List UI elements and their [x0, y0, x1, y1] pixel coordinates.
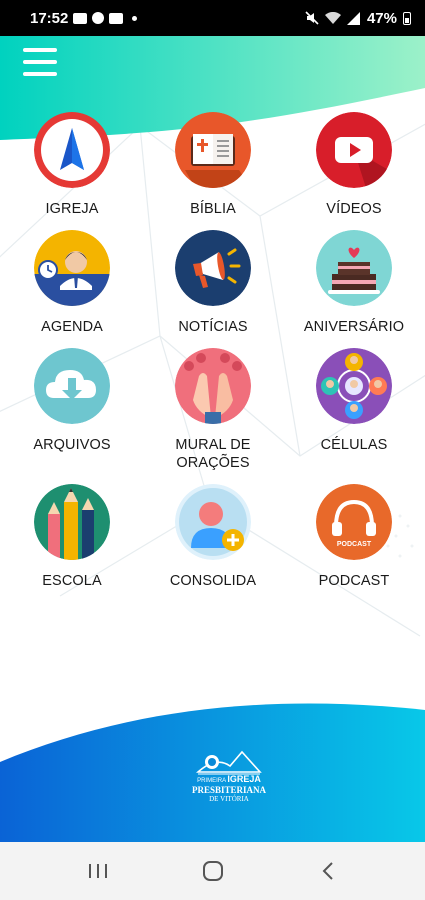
- logo-line-1: PRIMEIRA IGREJA: [197, 774, 261, 785]
- menu-item-label: IGREJA: [45, 201, 99, 217]
- gallery-icon: [109, 12, 124, 24]
- recent-apps-icon[interactable]: [78, 851, 118, 891]
- menu-item-mural-de-oracoes[interactable]: MURAL DE ORAÇÕES: [153, 348, 273, 472]
- menu-item-label: CONSOLIDA: [169, 573, 257, 589]
- clock: 17:52: [30, 9, 69, 27]
- hamburger-menu-icon[interactable]: [23, 48, 57, 76]
- youtube-play-icon: [316, 112, 392, 188]
- headphones-podcast-icon: PODCAST: [316, 484, 392, 560]
- battery-percent: 47%: [366, 9, 397, 27]
- people-network-icon: [316, 348, 392, 424]
- menu-item-consolida[interactable]: CONSOLIDA: [153, 484, 273, 590]
- menu-item-label: ANIVERSÁRIO: [303, 319, 405, 335]
- system-nav-bar: [0, 842, 425, 900]
- church-logo: PRIMEIRA IGREJA PRESBITERIANA DE VITÓRIA: [184, 746, 274, 816]
- podcast-badge-text: PODCAST: [337, 541, 372, 548]
- app-screen: IGREJA BÍBLIA VÍDEOS AGENDA NOTÍCIAS ANI…: [0, 36, 425, 842]
- menu-item-label: BÍBLIA: [190, 201, 236, 217]
- menu-item-label: AGENDA: [41, 319, 103, 335]
- menu-item-agenda[interactable]: AGENDA: [12, 230, 132, 336]
- megaphone-icon: [175, 230, 251, 306]
- whatsapp-icon: [92, 12, 105, 24]
- menu-item-label: ARQUIVOS: [33, 437, 111, 453]
- menu-item-label: PODCAST: [318, 573, 390, 589]
- navigation-arrow-icon: [34, 112, 110, 188]
- praying-hands-icon: [175, 348, 251, 424]
- wifi-icon: [324, 11, 341, 24]
- birthday-cake-icon: [316, 230, 392, 306]
- menu-item-celulas[interactable]: CÉLULAS: [294, 348, 414, 454]
- agenda-person-clock-icon: [34, 230, 110, 306]
- menu-item-label: ESCOLA: [42, 573, 102, 589]
- menu-item-label: NOTÍCIAS: [178, 319, 248, 335]
- notification-dot-icon: [132, 15, 138, 21]
- menu-item-biblia[interactable]: BÍBLIA: [153, 112, 273, 218]
- menu-item-arquivos[interactable]: ARQUIVOS: [12, 348, 132, 454]
- pencils-icon: [34, 484, 110, 560]
- logo-line-3: DE VITÓRIA: [209, 795, 249, 803]
- signal-icon: [346, 11, 360, 25]
- menu-item-noticias[interactable]: NOTÍCIAS: [153, 230, 273, 336]
- church-logo-mark: [196, 750, 262, 775]
- home-icon[interactable]: [193, 851, 233, 891]
- menu-item-label: CÉLULAS: [320, 437, 388, 453]
- bible-book-icon: [175, 112, 251, 188]
- cloud-download-icon: [34, 348, 110, 424]
- menu-item-escola[interactable]: ESCOLA: [12, 484, 132, 590]
- add-user-icon: [175, 484, 251, 560]
- menu-item-label: MURAL DE ORAÇÕES: [175, 437, 251, 471]
- menu-item-igreja[interactable]: IGREJA: [12, 112, 132, 218]
- back-icon[interactable]: [308, 851, 348, 891]
- menu-item-label: VÍDEOS: [326, 201, 382, 217]
- menu-item-videos[interactable]: VÍDEOS: [294, 112, 414, 218]
- logo-line-2: PRESBITERIANA: [191, 785, 267, 795]
- status-bar: 17:52 47%: [0, 0, 425, 36]
- menu-item-aniversario[interactable]: ANIVERSÁRIO: [294, 230, 414, 336]
- youtube-icon: [73, 12, 88, 24]
- menu-item-podcast[interactable]: PODCAST PODCAST: [294, 484, 414, 590]
- mute-icon: [305, 11, 319, 25]
- battery-icon: [403, 11, 411, 25]
